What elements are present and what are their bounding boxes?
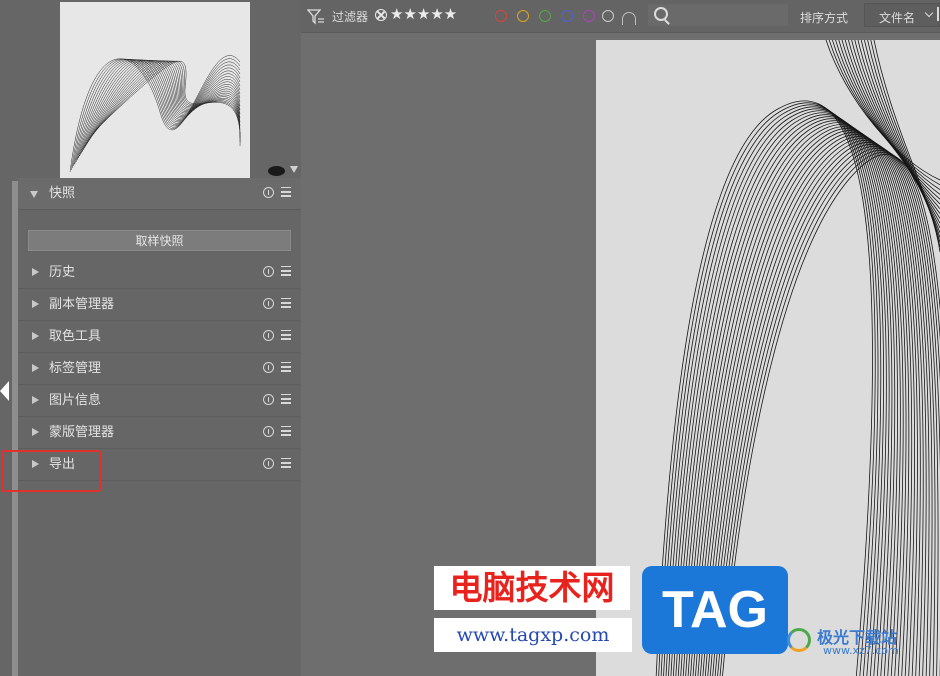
info-icon[interactable] — [263, 426, 274, 437]
watermark-tag-logo: TAG — [642, 566, 788, 654]
watermark-title: 电脑技术网 — [434, 566, 630, 610]
corner-watermark-url: www.xz7.com — [823, 644, 899, 657]
color-label-purple-icon[interactable] — [583, 10, 595, 22]
expand-arrow-icon[interactable] — [32, 268, 39, 276]
corner-watermark: 极光下载站 www.xz7.com — [787, 620, 937, 660]
module-label: 副本管理器 — [49, 297, 115, 312]
info-icon[interactable] — [263, 362, 274, 373]
module-history[interactable]: 历史 — [18, 257, 301, 289]
info-icon[interactable] — [263, 458, 274, 469]
navigator — [0, 0, 301, 180]
color-label-green-icon[interactable] — [539, 10, 551, 22]
expand-arrow-icon[interactable] — [32, 364, 39, 372]
snapshot-body: 取样快照 — [18, 210, 301, 257]
module-label: 图片信息 — [49, 393, 102, 408]
expand-arrow-icon[interactable] — [32, 396, 39, 404]
color-label-red-icon[interactable] — [495, 10, 507, 22]
sort-select[interactable]: 文件名 — [864, 3, 940, 27]
module-menu-icon[interactable] — [281, 426, 291, 436]
info-icon[interactable] — [263, 266, 274, 277]
export-highlight-box — [1, 450, 101, 492]
info-icon[interactable] — [263, 330, 274, 341]
module-mask-manager[interactable]: 蒙版管理器 — [18, 417, 301, 449]
search-input[interactable] — [648, 4, 788, 26]
module-tagging[interactable]: 标签管理 — [18, 353, 301, 385]
module-menu-icon[interactable] — [281, 330, 291, 340]
info-icon[interactable] — [263, 394, 274, 405]
sort-value: 文件名 — [879, 11, 916, 25]
module-label: 历史 — [49, 265, 76, 280]
chevron-down-icon — [924, 8, 934, 18]
info-icon[interactable] — [263, 298, 274, 309]
collapse-panel-icon[interactable] — [0, 381, 9, 401]
reject-filter-icon[interactable] — [375, 9, 387, 21]
rating-stars[interactable]: ★★★★★ — [390, 5, 457, 23]
site-watermark: 电脑技术网 www.tagxp.com TAG — [434, 566, 788, 658]
module-color-picker[interactable]: 取色工具 — [18, 321, 301, 353]
thumbnail-artwork — [69, 55, 241, 173]
color-label-blue-icon[interactable] — [561, 10, 573, 22]
navigator-dropdown-icon[interactable] — [290, 166, 298, 173]
overlay-badge-icon[interactable] — [268, 166, 285, 176]
info-icon[interactable] — [263, 187, 274, 198]
preview-thumbnail[interactable] — [60, 2, 250, 178]
filter-toolbar: 过滤器 ★★★★★ 排序方式 文件名 — [301, 0, 940, 33]
module-label: 快照 — [49, 186, 76, 201]
color-label-yellow-icon[interactable] — [517, 10, 529, 22]
expand-arrow-icon[interactable] — [32, 428, 39, 436]
search-icon — [654, 7, 668, 21]
module-menu-icon[interactable] — [281, 458, 291, 468]
sort-direction-icon[interactable] — [937, 7, 939, 21]
module-snapshot[interactable]: 快照 — [18, 178, 301, 210]
similar-filter-icon[interactable] — [622, 12, 636, 25]
left-panel: 快照 取样快照 历史 副本管理器 取色工具 标签管理 图片信息 蒙版管理器 导出 — [0, 0, 301, 676]
color-label-gray-icon[interactable] — [602, 10, 614, 22]
module-label: 标签管理 — [49, 361, 102, 376]
download-site-logo-icon — [787, 628, 811, 652]
module-menu-icon[interactable] — [281, 266, 291, 276]
module-menu-icon[interactable] — [281, 362, 291, 372]
sort-label: 排序方式 — [800, 11, 849, 25]
watermark-url: www.tagxp.com — [434, 618, 632, 652]
filter-label: 过滤器 — [332, 10, 369, 24]
module-duplicate-manager[interactable]: 副本管理器 — [18, 289, 301, 321]
expand-arrow-icon[interactable] — [32, 300, 39, 308]
take-snapshot-button[interactable]: 取样快照 — [28, 230, 291, 251]
module-menu-icon[interactable] — [281, 187, 291, 197]
filter-icon[interactable] — [307, 9, 325, 25]
expand-arrow-icon[interactable] — [30, 191, 38, 198]
expand-arrow-icon[interactable] — [32, 332, 39, 340]
module-image-information[interactable]: 图片信息 — [18, 385, 301, 417]
module-menu-icon[interactable] — [281, 394, 291, 404]
module-label: 蒙版管理器 — [49, 425, 115, 440]
module-label: 取色工具 — [49, 329, 102, 344]
module-menu-icon[interactable] — [281, 298, 291, 308]
